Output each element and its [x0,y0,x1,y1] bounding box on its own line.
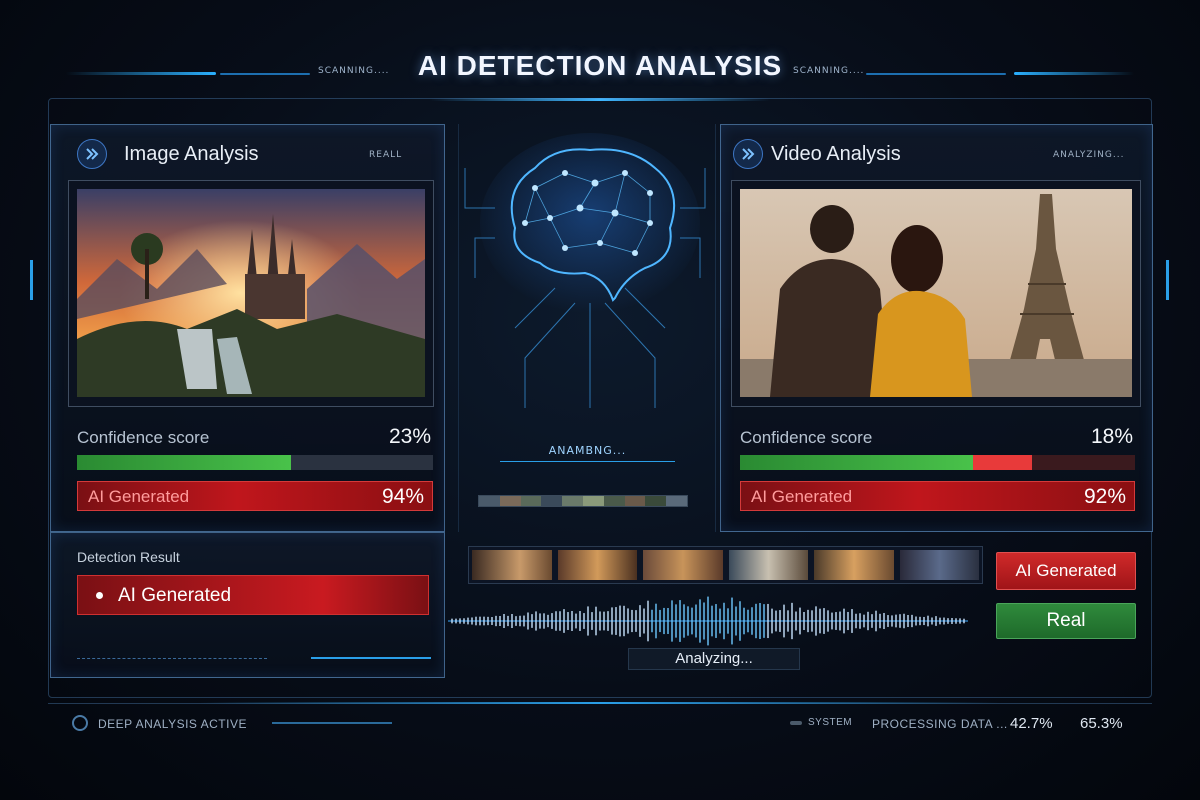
film-frame[interactable] [899,550,979,580]
header-line-right-1 [866,73,1006,75]
footer-stat-1: 42.7% [1010,715,1053,732]
footer-stat-2: 65.3% [1080,715,1123,732]
video-ai-label: AI Generated [751,487,853,506]
footer-progress-line [272,722,392,724]
image-analysis-panel: Image Analysis REALL Confidence score 23… [50,124,445,532]
ai-generated-button[interactable]: AI Generated [996,552,1136,590]
video-confidence-fill-red [973,455,1033,470]
footer-system-label: SYSTEM [808,717,853,728]
video-filmstrip[interactable] [468,546,983,584]
video-analysis-panel: Video Analysis ANALYZING... Confidence s… [720,124,1153,532]
image-confidence-value: 23% [388,425,431,448]
expand-icon[interactable] [77,139,107,169]
video-preview [731,180,1141,407]
detection-result-label: Detection Result [77,549,180,565]
side-accent-right [1166,260,1169,300]
fantasy-castle-image [77,189,425,397]
bullet-icon [96,592,103,599]
footer-status-left: DEEP ANALYSIS ACTIVE [98,717,247,731]
video-confidence-label: Confidence score [740,428,873,447]
film-frame[interactable] [557,550,637,580]
detection-dotted-line [77,658,267,659]
video-confidence-value: 18% [1090,425,1133,448]
image-panel-tag: REALL [369,150,403,160]
scanning-label-right: SCANNING.... [793,66,865,76]
real-button[interactable]: Real [996,603,1136,639]
image-confidence-bar [77,455,433,470]
video-ai-generated-bar: AI Generated 92% [740,481,1135,511]
detection-result-badge: AI Generated [77,575,429,615]
image-ai-label: AI Generated [88,487,190,506]
image-ai-value: 94% [381,485,424,508]
film-frame[interactable] [472,550,552,580]
eiffel-couple-video-frame [740,189,1132,397]
side-accent-left [30,260,33,300]
audio-waveform [448,596,968,646]
film-frame[interactable] [814,550,894,580]
video-confidence-fill-green [740,455,974,470]
detection-result-panel: Detection Result AI Generated [50,532,445,678]
image-panel-title: Image Analysis [124,143,259,165]
brain-network-graphic [464,133,706,408]
detection-accent-line [311,657,431,659]
center-status-text: ANAMBNG... [548,444,627,457]
page-title: AI DETECTION ANALYSIS [417,50,783,81]
film-frame[interactable] [643,550,723,580]
image-confidence-label: Confidence score [77,428,210,447]
expand-icon[interactable] [733,139,763,169]
center-color-strip [478,495,688,507]
film-frame[interactable] [728,550,808,580]
video-panel-title: Video Analysis [771,143,901,165]
image-confidence-fill [77,455,291,470]
image-ai-generated-bar: AI Generated 94% [77,481,433,511]
video-confidence-bar [740,455,1135,470]
footer-glow-line [200,702,1000,704]
system-dots-icon [790,721,802,725]
header-line-right-2 [1014,72,1134,75]
analyzing-text: Analyzing... [675,650,753,667]
detection-result-value: AI Generated [118,585,232,606]
power-icon[interactable] [72,715,88,731]
video-ai-value: 92% [1083,485,1126,508]
video-panel-tag: ANALYZING... [1053,150,1125,160]
image-preview [68,180,434,407]
footer-processing-label: PROCESSING DATA ... [872,717,1008,731]
